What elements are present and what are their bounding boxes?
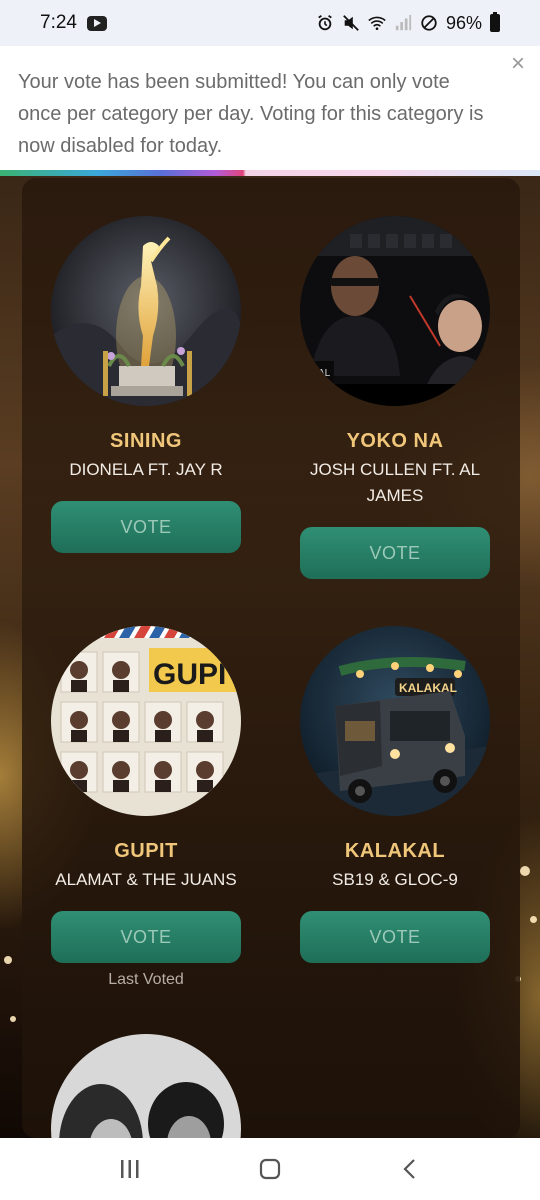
album-cover-sining bbox=[51, 216, 241, 406]
battery-percent: 96% bbox=[445, 12, 482, 33]
nominee-artist: ALAMAT & THE JUANS bbox=[55, 870, 237, 889]
jeepney-illustration: KALAKAL bbox=[300, 626, 490, 816]
wifi-icon bbox=[368, 16, 386, 31]
nominee-artist: DIONELA FT. JAY R bbox=[69, 460, 223, 479]
bokeh-light bbox=[520, 866, 530, 876]
nominee-card-gupit: GUPIT GUPIT ALAMAT & THE JUANS VOTE Last… bbox=[26, 626, 266, 989]
album-cover-kalakal: KALAKAL bbox=[300, 626, 490, 816]
nominee-title: YOKO NA bbox=[346, 430, 444, 452]
statue-illustration bbox=[51, 216, 241, 406]
album-cover-yoko-na: AL bbox=[300, 216, 490, 406]
vote-button[interactable]: VOTE bbox=[51, 911, 241, 963]
bokeh-light bbox=[530, 916, 537, 923]
close-icon[interactable]: × bbox=[508, 52, 528, 76]
battery-icon bbox=[490, 12, 500, 32]
mute-icon bbox=[343, 15, 359, 31]
nominee-title: SINING bbox=[110, 430, 182, 452]
recent-apps-icon bbox=[121, 1160, 139, 1178]
artists-photo: AL bbox=[300, 216, 490, 406]
vote-button[interactable]: VOTE bbox=[300, 527, 490, 579]
back-icon bbox=[403, 1159, 415, 1179]
nominee-card-yoko-na: AL YOKO NA JOSH CULLEN FT. AL JAMES VOTE bbox=[275, 216, 515, 579]
youtube-icon bbox=[86, 15, 107, 31]
nominee-artist: JOSH CULLEN FT. AL JAMES bbox=[309, 460, 481, 505]
nominee-artist: SB19 & GLOC-9 bbox=[332, 870, 458, 889]
status-bar: 7:24 96% bbox=[0, 0, 540, 46]
no-disturb-icon bbox=[421, 15, 437, 31]
bokeh-light bbox=[10, 1016, 16, 1022]
recent-apps-button[interactable] bbox=[110, 1149, 150, 1189]
status-right: 96% bbox=[316, 12, 500, 34]
last-voted-label: Last Voted bbox=[108, 971, 184, 988]
home-icon bbox=[259, 1158, 281, 1180]
nominee-title: GUPIT bbox=[114, 840, 178, 862]
album-cover-gupit: GUPIT bbox=[51, 626, 241, 816]
group-photo-grid: GUPIT bbox=[51, 626, 241, 816]
back-button[interactable] bbox=[390, 1149, 430, 1189]
home-button[interactable] bbox=[250, 1149, 290, 1189]
bokeh-light bbox=[4, 956, 12, 964]
status-time: 7:24 bbox=[40, 12, 77, 33]
nominee-card-sining: SINING DIONELA FT. JAY R VOTE bbox=[26, 216, 266, 553]
nominee-card-kalakal: KALAKAL KALAKAL SB19 & GLOC-9 VOTE bbox=[275, 626, 515, 963]
status-left: 7:24 bbox=[40, 12, 107, 34]
notice-message: Your vote has been submitted! You can on… bbox=[18, 71, 484, 157]
vote-button[interactable]: VOTE bbox=[300, 911, 490, 963]
vote-submitted-notice: Your vote has been submitted! You can on… bbox=[0, 46, 540, 170]
signal-icon bbox=[395, 14, 412, 31]
alarm-icon bbox=[318, 15, 332, 31]
svg-text:AL: AL bbox=[318, 368, 331, 379]
vote-button[interactable]: VOTE bbox=[51, 501, 241, 553]
system-nav-bar bbox=[0, 1138, 540, 1200]
cover-text: GUPIT bbox=[153, 658, 241, 691]
nominee-title: KALAKAL bbox=[344, 840, 446, 862]
